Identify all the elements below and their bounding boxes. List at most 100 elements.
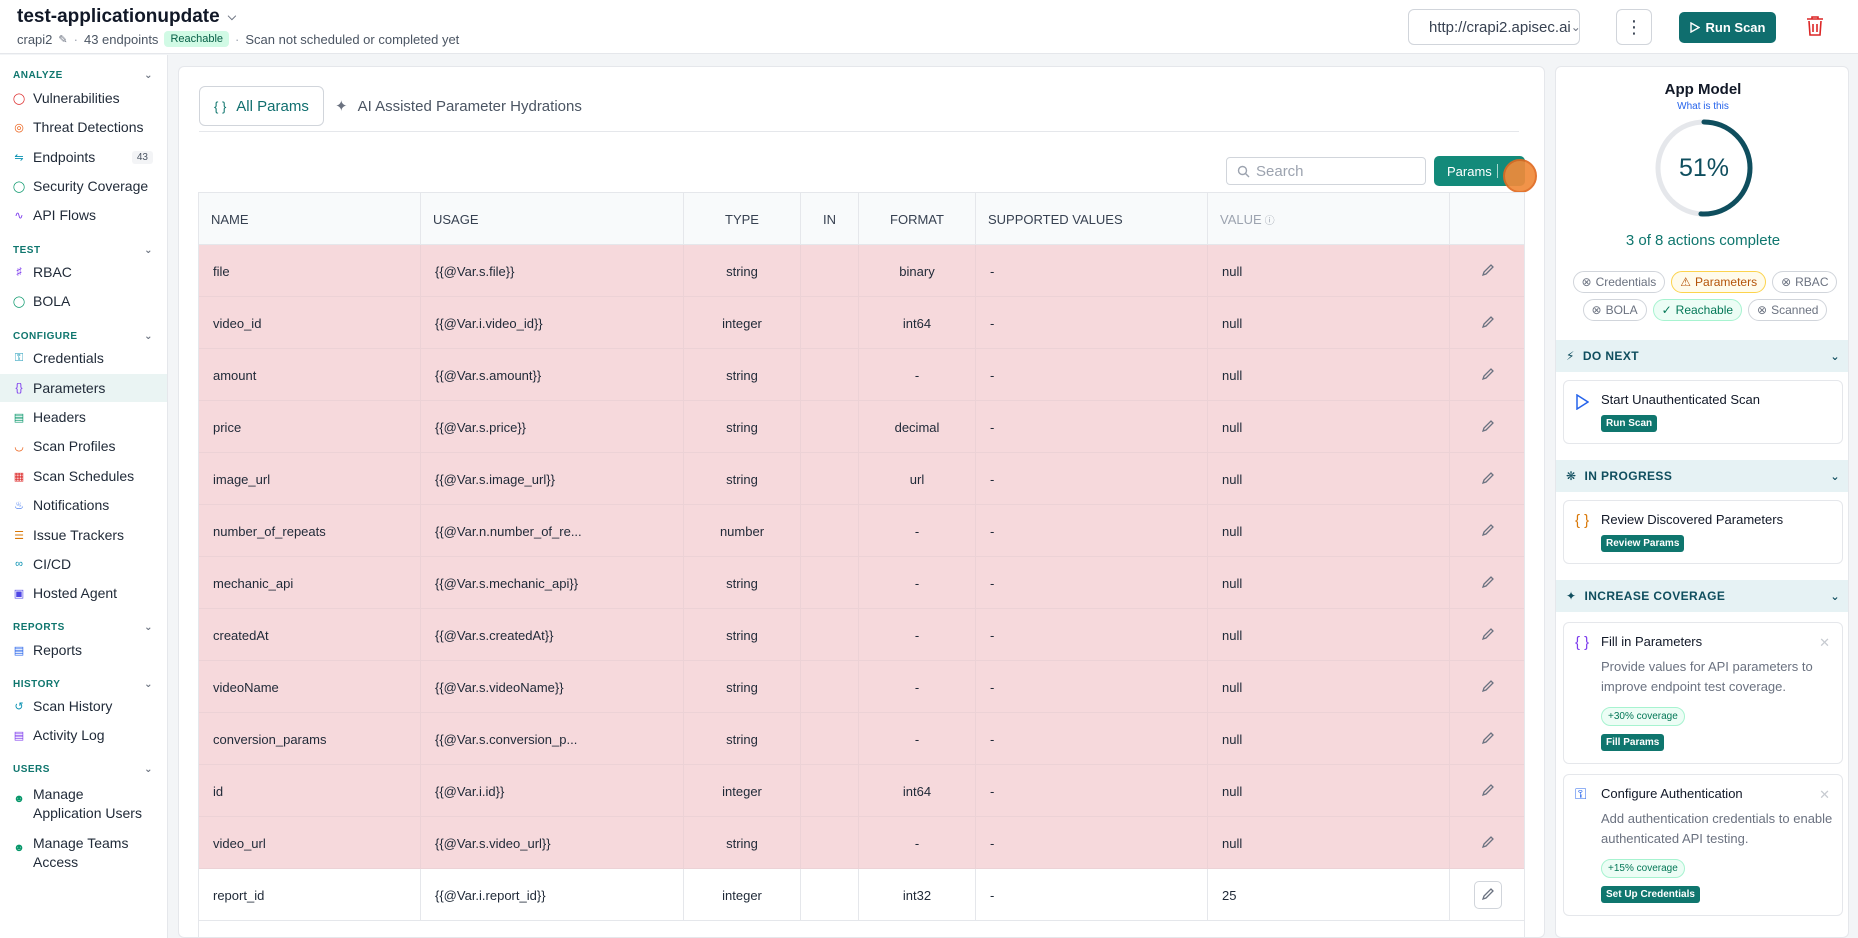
chevron-down-icon[interactable]: ⌵ (228, 11, 236, 24)
sidebar-item-parameters[interactable]: {} Parameters (0, 374, 167, 402)
sidebar-item-rbac[interactable]: ♯ RBAC (0, 258, 167, 286)
tab-ai-assisted-hydrations[interactable]: ✦ AI Assisted Parameter Hydrations (321, 86, 596, 126)
cell-name: price (199, 401, 421, 453)
section-in-progress[interactable]: ❋ IN PROGRESS ⌄ (1556, 460, 1848, 492)
edit-icon[interactable] (1481, 575, 1495, 592)
table-row[interactable]: price {{@Var.s.price}} string decimal - null (199, 401, 1524, 453)
cell-actions (1450, 661, 1524, 713)
fill-params-button[interactable]: Fill Params (1601, 734, 1665, 751)
review-params-button[interactable]: Review Params (1601, 535, 1685, 552)
table-row[interactable]: report_id {{@Var.i.report_id}} integer int3… (199, 869, 1524, 921)
run-scan-small-button[interactable]: Run Scan (1601, 415, 1658, 432)
sidebar-item-security-coverage[interactable]: ◯ Security Coverage (0, 172, 167, 200)
sidebar-item-cicd[interactable]: ∞ CI/CD (0, 550, 167, 578)
url-select[interactable]: http://crapi2.apisec.ai ⌄ (1408, 9, 1581, 45)
col-type[interactable]: TYPE (684, 193, 801, 245)
top-header: test-applicationupdate ⌵ crapi2 ✎ · 43 e… (0, 0, 1858, 54)
table-row[interactable]: conversion_params {{@Var.s.conversion_p..… (199, 713, 1524, 765)
trash-icon[interactable] (1805, 14, 1825, 38)
cell-format: - (859, 349, 976, 401)
table-row[interactable]: createdAt {{@Var.s.createdAt}} string - - nul… (199, 609, 1524, 661)
search-input[interactable]: Search (1226, 157, 1426, 185)
sidebar-item-activity-log[interactable]: ▤ Activity Log (0, 721, 167, 749)
section-do-next[interactable]: ⚡ DO NEXT ⌄ (1556, 340, 1848, 372)
section-reports[interactable]: REPORTS ⌄ (13, 622, 153, 633)
edit-icon[interactable] (1481, 471, 1495, 488)
cell-format: - (859, 661, 976, 713)
table-row[interactable]: file {{@Var.s.file}} string binary - null (199, 245, 1524, 297)
edit-icon[interactable] (1481, 367, 1495, 384)
sidebar-item-api-flows[interactable]: ∿ API Flows (0, 201, 167, 229)
sidebar-item-threat-detections[interactable]: ◎ Threat Detections (0, 113, 167, 141)
close-icon[interactable]: ✕ (1819, 787, 1830, 803)
section-test[interactable]: TEST ⌄ (13, 245, 153, 256)
sidebar-item-hosted-agent[interactable]: ▣ Hosted Agent (0, 579, 167, 607)
edit-icon[interactable] (1481, 783, 1495, 800)
col-actions (1450, 193, 1524, 245)
sidebar-item-notifications[interactable]: ♨ Notifications (0, 491, 167, 519)
edit-icon[interactable] (1481, 419, 1495, 436)
info-icon[interactable]: ⓘ (1265, 212, 1275, 227)
table-row[interactable]: id {{@Var.i.id}} integer int64- null (199, 765, 1524, 817)
col-name[interactable]: NAME (199, 193, 421, 245)
cell-format: int64 (859, 297, 976, 349)
pencil-icon[interactable]: ✎ (58, 33, 67, 46)
sidebar-item-vulnerabilities[interactable]: ◯ Vulnerabilities (0, 84, 167, 112)
search-placeholder: Search (1256, 162, 1304, 180)
more-options-button[interactable]: ⋮ (1616, 9, 1652, 45)
col-supported-values[interactable]: SUPPORTED VALUES (976, 193, 1208, 245)
edit-icon[interactable] (1481, 835, 1495, 852)
table-row[interactable]: mechanic_api {{@Var.s.mechanic_api}} strin… (199, 557, 1524, 609)
edit-icon[interactable] (1481, 263, 1495, 280)
section-increase-coverage[interactable]: ✦ INCREASE COVERAGE ⌄ (1556, 580, 1848, 612)
endpoint-count: 43 endpoints (83, 31, 159, 47)
table-row[interactable]: video_id {{@Var.i.video_id}} integer int64-… (199, 297, 1524, 349)
col-format[interactable]: FORMAT (859, 193, 976, 245)
set-up-credentials-button[interactable]: Set Up Credentials (1601, 886, 1700, 903)
col-in[interactable]: IN (801, 193, 859, 245)
table-row[interactable]: video_url {{@Var.s.video_url}} string - - nul… (199, 817, 1524, 869)
edit-icon[interactable] (1481, 315, 1495, 332)
edit-icon[interactable] (1481, 627, 1495, 644)
sidebar-item-scan-profiles[interactable]: ◡ Scan Profiles (0, 432, 167, 460)
what-is-this-link[interactable]: What is this (1556, 101, 1848, 112)
sidebar-item-manage-teams-access[interactable]: ☻ Manage Teams Access (0, 830, 167, 874)
cell-usage: {{@Var.s.file}} (421, 245, 684, 297)
col-value[interactable]: VALUE ⓘ (1208, 193, 1450, 245)
table-header: NAME USAGE TYPE IN FORMAT SUPPORTED VALU… (199, 193, 1524, 245)
chevron-down-icon: ⌄ (1570, 20, 1581, 34)
app-selector[interactable]: test-applicationupdate ⌵ (17, 6, 236, 28)
table-row[interactable]: amount {{@Var.s.amount}} string - - null (199, 349, 1524, 401)
sidebar-item-manage-application-users[interactable]: ☻ Manage Application Users (0, 781, 167, 825)
table-row[interactable]: image_url {{@Var.s.image_url}} string url - n… (199, 453, 1524, 505)
sidebar-item-bola[interactable]: ◯ BOLA (0, 287, 167, 315)
sidebar-item-reports[interactable]: ▤ Reports (0, 636, 167, 664)
edit-icon[interactable] (1481, 731, 1495, 748)
edit-icon[interactable] (1481, 523, 1495, 540)
gauge-icon: ◡ (14, 440, 24, 453)
edit-icon[interactable] (1481, 679, 1495, 696)
tab-all-params[interactable]: { } All Params (199, 86, 324, 126)
sidebar-item-scan-schedules[interactable]: ▦ Scan Schedules (0, 462, 167, 490)
section-users[interactable]: USERS ⌄ (13, 764, 153, 775)
run-scan-button[interactable]: Run Scan (1679, 12, 1776, 43)
section-analyze[interactable]: ANALYZE ⌄ (13, 70, 153, 81)
table-row[interactable]: videoName {{@Var.s.videoName}} string - - nul… (199, 661, 1524, 713)
sidebar-item-issue-trackers[interactable]: ☰ Issue Trackers (0, 521, 167, 549)
x-circle-icon: ⊗ (1591, 303, 1602, 317)
cell-in (801, 453, 859, 505)
edit-button[interactable] (1474, 881, 1502, 909)
section-history[interactable]: HISTORY ⌄ (13, 679, 153, 690)
sidebar-item-credentials[interactable]: ⚿ Credentials (0, 344, 167, 372)
table-row[interactable]: number_of_repeats {{@Var.n.number_of_re..… (199, 505, 1524, 557)
sidebar-item-endpoints[interactable]: ⇋ Endpoints 43 (0, 143, 167, 171)
close-icon[interactable]: ✕ (1819, 635, 1830, 651)
cell-actions (1450, 401, 1524, 453)
col-usage[interactable]: USAGE (421, 193, 684, 245)
sidebar-item-headers[interactable]: ▤ Headers (0, 403, 167, 431)
section-configure[interactable]: CONFIGURE ⌄ (13, 331, 153, 342)
sidebar-item-scan-history[interactable]: ↺ Scan History (0, 692, 167, 720)
key-icon: ⚿ (1575, 786, 1587, 803)
x-circle-icon: ⊗ (1581, 275, 1592, 289)
cell-actions (1450, 297, 1524, 349)
